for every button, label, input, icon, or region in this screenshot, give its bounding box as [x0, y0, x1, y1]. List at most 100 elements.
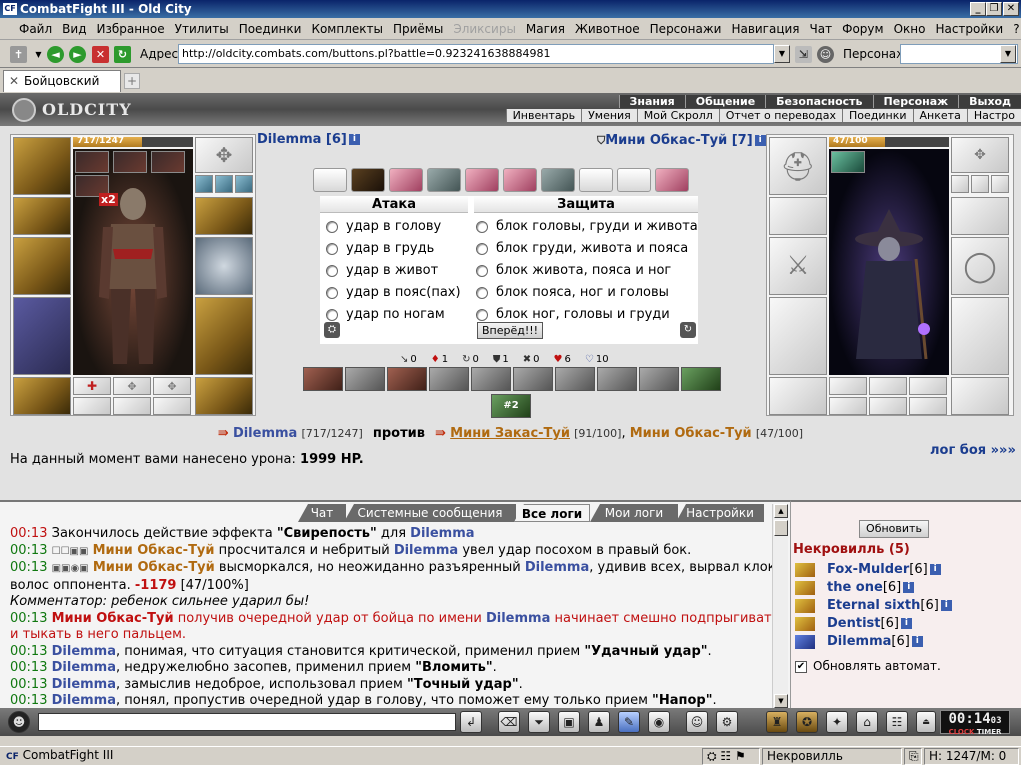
- filter-icon[interactable]: ⏷: [528, 711, 550, 733]
- stop-icon[interactable]: ✕: [92, 46, 109, 63]
- scroll-slot-empty[interactable]: [617, 168, 651, 192]
- close-button[interactable]: ✕: [1003, 2, 1019, 16]
- pin-icon[interactable]: ✝: [10, 46, 27, 63]
- sub-nav-item[interactable]: Поединки: [842, 109, 913, 122]
- info-icon[interactable]: i: [348, 134, 360, 145]
- eraser-icon[interactable]: ⌫: [498, 711, 520, 733]
- menu-item[interactable]: ?: [1008, 22, 1021, 36]
- item-slot-2[interactable]: [113, 151, 147, 173]
- room-player[interactable]: Dilemma[6] i: [795, 634, 923, 649]
- scroll-slot-heal[interactable]: [655, 168, 689, 192]
- block-option[interactable]: блок груди, живота и пояса: [476, 242, 688, 256]
- battle-log-link[interactable]: лог боя »»»: [930, 443, 1016, 458]
- translit-icon[interactable]: ✎: [618, 711, 640, 733]
- menu-item[interactable]: Приёмы: [388, 22, 448, 36]
- log-tab[interactable]: Системные сообщения: [344, 504, 516, 522]
- chat-settings-icon[interactable]: ⚙: [716, 711, 738, 733]
- character-dropdown-icon[interactable]: ▼: [1000, 45, 1016, 63]
- info-icon[interactable]: i: [940, 600, 952, 611]
- radio-icon[interactable]: [326, 220, 338, 233]
- enemy-avatar[interactable]: [829, 149, 949, 375]
- skill-button-extra[interactable]: #2: [491, 394, 531, 418]
- bracers-slot[interactable]: [13, 197, 71, 235]
- tab-fight-club[interactable]: ✕ Бойцовский клуб: [3, 70, 121, 108]
- menu-item[interactable]: Файл: [14, 22, 57, 36]
- close-tab-icon[interactable]: ✕: [9, 71, 19, 91]
- amulet-slot[interactable]: ✥: [195, 137, 253, 173]
- menu-item[interactable]: Вид: [57, 22, 91, 36]
- back-icon[interactable]: ◄: [47, 46, 64, 63]
- info-icon[interactable]: i: [903, 582, 915, 593]
- player-nickname[interactable]: Dilemma [6] i: [257, 132, 360, 147]
- skill-button[interactable]: [555, 367, 595, 391]
- bracers-slot[interactable]: [769, 197, 827, 235]
- menu-item[interactable]: Комплекты: [306, 22, 388, 36]
- sound-icon[interactable]: ◉: [648, 711, 670, 733]
- refresh-room-button[interactable]: Обновить: [859, 520, 929, 538]
- sub-nav-item[interactable]: Инвентарь: [505, 109, 581, 122]
- private-message-icon[interactable]: [795, 580, 815, 595]
- log-scrollbar[interactable]: ▲ ▼: [772, 504, 788, 710]
- scroll-slot-heal[interactable]: [465, 168, 499, 192]
- go-icon[interactable]: ⇲: [795, 46, 812, 63]
- radio-icon[interactable]: [326, 286, 338, 299]
- forward-icon[interactable]: ►: [69, 46, 86, 63]
- block-option[interactable]: блок ног, головы и груди: [476, 308, 670, 322]
- bag-icon[interactable]: ♜: [766, 711, 788, 733]
- belt-slot[interactable]: [769, 377, 827, 415]
- menu-item[interactable]: Форум: [837, 22, 888, 36]
- ring-slot-1[interactable]: [951, 175, 969, 193]
- clock-widget[interactable]: 00:1403 CLOCK TIMER: [940, 710, 1010, 736]
- auto-refresh-checkbox[interactable]: ✔ Обновлять автомат.: [795, 659, 941, 673]
- skill-button[interactable]: [387, 367, 427, 391]
- radio-icon[interactable]: [476, 308, 488, 321]
- ring-slot-2[interactable]: [215, 175, 233, 193]
- exit-icon[interactable]: ⏏: [916, 711, 936, 733]
- belt-slot[interactable]: [13, 377, 71, 415]
- attack-option[interactable]: удар в голову: [326, 220, 441, 234]
- sub-nav-item[interactable]: Анкета: [912, 109, 967, 122]
- buff-slot-1[interactable]: [829, 377, 867, 395]
- masks-icon[interactable]: ☺: [817, 46, 834, 63]
- scroll-slot-2[interactable]: [113, 397, 151, 415]
- skill-button[interactable]: [303, 367, 343, 391]
- private-message-icon[interactable]: [795, 598, 815, 613]
- scroll-slot-heal[interactable]: [503, 168, 537, 192]
- versus-player[interactable]: Dilemma: [233, 426, 297, 441]
- top-nav-item[interactable]: Персонаж: [872, 95, 959, 108]
- room-player[interactable]: the one[6] i: [795, 580, 915, 595]
- room-player[interactable]: Fox-Mulder[6] i: [795, 562, 941, 577]
- scroll-slot-empty[interactable]: [579, 168, 613, 192]
- scroll-slot-3[interactable]: [909, 397, 947, 415]
- radio-icon[interactable]: [326, 264, 338, 277]
- armor-slot[interactable]: [769, 297, 827, 375]
- ring-slot-1[interactable]: [195, 175, 213, 193]
- refresh-icon[interactable]: ↻: [114, 46, 131, 63]
- skill-button[interactable]: [639, 367, 679, 391]
- scroll-up-icon[interactable]: ▲: [774, 504, 788, 518]
- skill-button[interactable]: [345, 367, 385, 391]
- save-icon[interactable]: ▣: [558, 711, 580, 733]
- scroll-thumb[interactable]: [774, 520, 788, 536]
- gloves-slot[interactable]: [195, 197, 253, 235]
- room-player[interactable]: Eternal sixth[6] i: [795, 598, 952, 613]
- versus-enemy-2[interactable]: Мини Обкас-Туй: [630, 426, 752, 441]
- radio-icon[interactable]: [476, 286, 488, 299]
- weapon-slot[interactable]: [13, 237, 71, 295]
- scroll-slot-3[interactable]: [153, 397, 191, 415]
- scroll-slot-magic[interactable]: [427, 168, 461, 192]
- legs-slot[interactable]: [195, 297, 253, 375]
- scroll-down-icon[interactable]: ▼: [774, 694, 788, 708]
- info-icon[interactable]: i: [929, 564, 941, 575]
- boots-slot[interactable]: [195, 377, 253, 415]
- item-slot-3[interactable]: [151, 151, 185, 173]
- block-option[interactable]: блок головы, груди и живота: [476, 220, 698, 234]
- block-option[interactable]: блок пояса, ног и головы: [476, 286, 669, 300]
- menu-item[interactable]: Навигация: [726, 22, 804, 36]
- private-message-icon[interactable]: [795, 562, 815, 577]
- helmet-slot[interactable]: ⛑: [769, 137, 827, 195]
- buff-slot-3[interactable]: ✥: [153, 377, 191, 395]
- menu-item[interactable]: Избранное: [91, 22, 169, 36]
- house-icon[interactable]: ⌂: [856, 711, 878, 733]
- attack-option[interactable]: удар по ногам: [326, 308, 445, 322]
